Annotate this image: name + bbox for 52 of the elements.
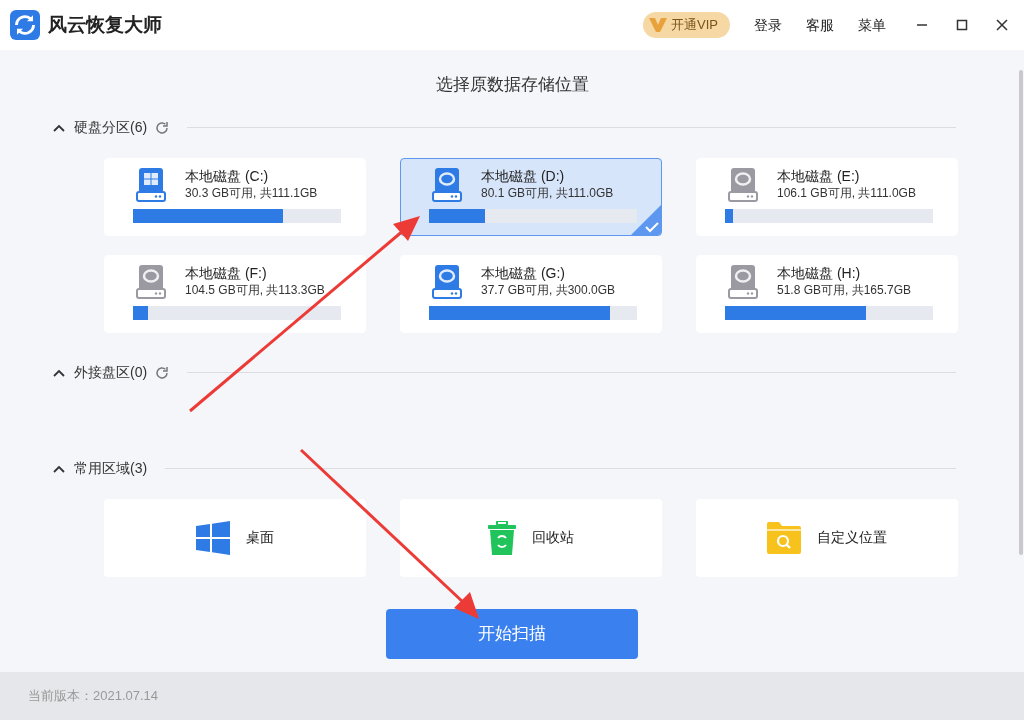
page-heading: 选择原数据存储位置: [435, 75, 589, 94]
drive-card[interactable]: 本地磁盘 (F:) 104.5 GB可用, 共113.3GB: [104, 254, 366, 333]
start-scan-button[interactable]: 开始扫描: [386, 608, 638, 659]
close-button[interactable]: [994, 17, 1010, 33]
title-bar-link[interactable]: 菜单: [858, 14, 886, 36]
selected-check-icon: [631, 204, 661, 235]
drive-card[interactable]: 本地磁盘 (H:) 51.8 GB可用, 共165.7GB: [696, 254, 958, 333]
scrollbar[interactable]: [1019, 70, 1023, 555]
close-icon: [994, 17, 1010, 33]
refresh-icon[interactable]: [155, 120, 170, 135]
drive-card[interactable]: 本地磁盘 (E:) 106.1 GB可用, 共111.0GB: [696, 157, 958, 236]
location-label: 桌面: [246, 528, 274, 547]
refresh-icon[interactable]: [155, 365, 170, 380]
drive-usage: 51.8 GB可用, 共165.7GB: [777, 281, 912, 298]
drive-name: 本地磁盘 (H:): [777, 263, 862, 282]
maximize-icon: [954, 17, 970, 33]
drive-card[interactable]: 本地磁盘 (C:) 30.3 GB可用, 共111.1GB: [104, 157, 366, 236]
drive-name: 本地磁盘 (D:): [481, 166, 566, 185]
location-label: 自定义位置: [817, 528, 887, 547]
location-card[interactable]: 自定义位置: [696, 498, 958, 577]
title-bar-link[interactable]: 登录: [754, 14, 782, 36]
drive-name: 本地磁盘 (C:): [185, 166, 270, 185]
location-label: 回收站: [532, 528, 574, 547]
app-logo-icon: [10, 10, 40, 40]
location-card[interactable]: 桌面: [104, 498, 366, 577]
drive-card[interactable]: 本地磁盘 (D:) 80.1 GB可用, 共111.0GB: [400, 157, 662, 236]
drive-usage: 37.7 GB可用, 共300.0GB: [481, 281, 616, 298]
v-icon: [649, 18, 668, 32]
folder-search-icon: [767, 521, 801, 554]
drive-name: 本地磁盘 (E:): [777, 166, 861, 185]
app-title: 风云恢复大师: [48, 12, 162, 37]
minimize-icon: [917, 24, 927, 26]
drive-card[interactable]: 本地磁盘 (G:) 37.7 GB可用, 共300.0GB: [400, 254, 662, 333]
section-title: 外接盘区(0): [74, 363, 148, 382]
recycle-bin-icon: [488, 520, 516, 555]
section-title: 硬盘分区(6): [74, 118, 148, 137]
vip-button[interactable]: 开通VIP: [643, 12, 730, 38]
title-bar-link[interactable]: 客服: [806, 14, 834, 36]
collapse-caret-icon[interactable]: [52, 367, 66, 378]
version-label: 当前版本：2021.07.14: [28, 687, 159, 706]
drive-usage: 30.3 GB可用, 共111.1GB: [185, 184, 318, 201]
maximize-button[interactable]: [954, 17, 970, 33]
drive-usage: 106.1 GB可用, 共111.0GB: [777, 184, 916, 201]
drive-usage: 80.1 GB可用, 共111.0GB: [481, 184, 614, 201]
drive-name: 本地磁盘 (G:): [481, 263, 566, 282]
collapse-caret-icon[interactable]: [52, 122, 66, 133]
collapse-caret-icon[interactable]: [52, 463, 66, 474]
drive-usage: 104.5 GB可用, 共113.3GB: [185, 281, 325, 298]
drive-name: 本地磁盘 (F:): [185, 263, 268, 282]
location-card[interactable]: 回收站: [400, 498, 662, 577]
section-title: 常用区域(3): [74, 459, 148, 478]
windows-logo-icon: [196, 520, 230, 555]
